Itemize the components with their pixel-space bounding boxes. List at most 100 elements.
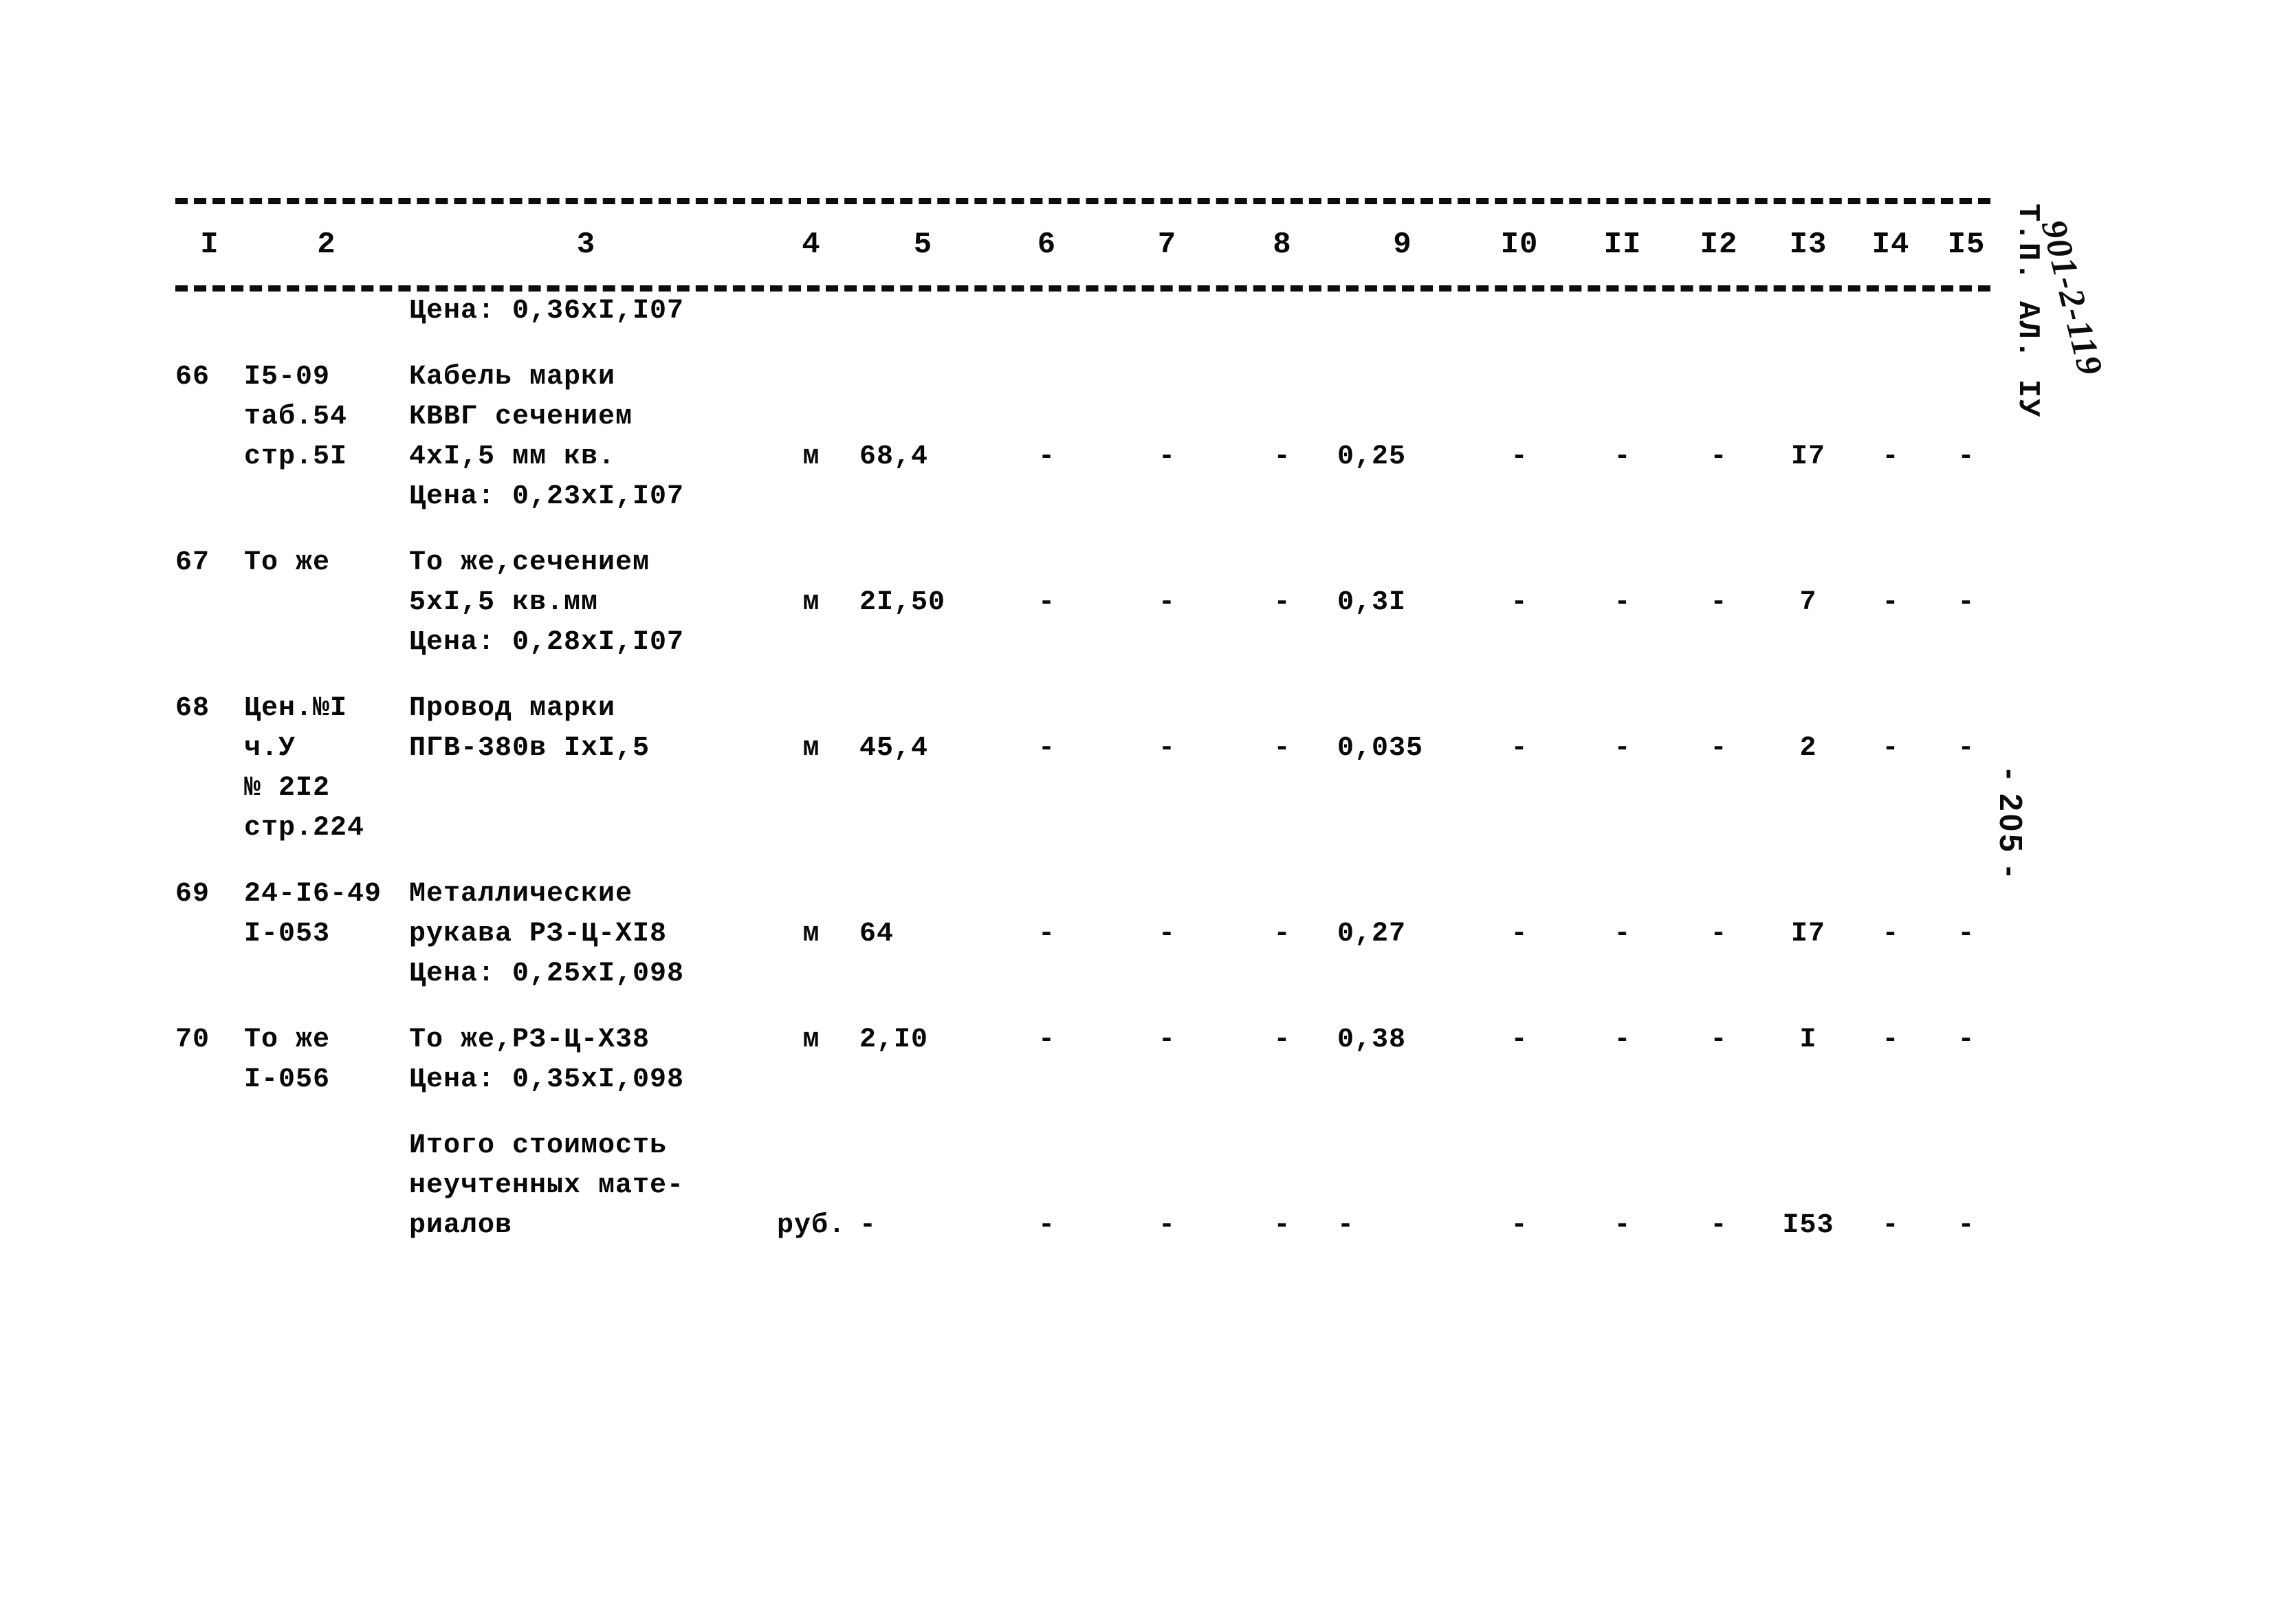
table-top-rule (175, 198, 1990, 204)
cell-c2: № 2I2 (244, 773, 331, 804)
cell-c8 (1227, 292, 1337, 331)
column-header-4: 4 (802, 228, 821, 262)
cell-c1: 66 (175, 362, 210, 393)
cell-c5: 2I,50 (859, 587, 946, 618)
cell-c3 (409, 769, 763, 809)
cell-c4 (763, 689, 859, 729)
cell-c1 (175, 809, 244, 848)
cell-c4 (763, 809, 859, 848)
table-header-rule (175, 285, 1990, 292)
column-header-15: I5 (1947, 228, 1986, 262)
column-header-7: 7 (1157, 228, 1177, 262)
cell-c9: 0,25 (1337, 441, 1407, 472)
cell-c14 (1853, 689, 1929, 729)
column-header-5: 5 (913, 228, 933, 262)
cell-c1: 68 (175, 693, 210, 724)
cell-c13: I7 (1790, 919, 1825, 950)
table-row: 5xI,5 кв.мм м 2I,50 - - - 0,3I - - - 7 - - (175, 583, 2004, 623)
spacer-cell (175, 663, 2004, 689)
cell-c4 (763, 477, 859, 517)
cell-c8: - (1273, 587, 1291, 618)
table-row: 67 То же То же,сечением (175, 543, 2004, 583)
cell-c13 (1764, 1060, 1853, 1100)
cell-c12: - (1710, 587, 1728, 618)
cell-c13: I53 (1782, 1210, 1834, 1241)
cell-c7 (1107, 292, 1227, 331)
cell-c4: м (802, 1024, 820, 1055)
cell-c8 (1227, 477, 1337, 517)
cell-c5: - (859, 1210, 877, 1241)
cell-c9 (1337, 954, 1468, 994)
cell-c8: - (1273, 919, 1291, 950)
column-header-13: I3 (1789, 228, 1827, 262)
cell-c3: Цена: 0,35xI,098 (409, 1064, 685, 1095)
cell-c15 (1929, 358, 2004, 397)
cell-c3: риалов (409, 1210, 513, 1241)
cell-c12 (1674, 769, 1764, 809)
cell-c8: - (1273, 1210, 1291, 1241)
cell-c15 (1929, 477, 2004, 517)
cell-c12 (1674, 358, 1764, 397)
cell-c12: - (1710, 733, 1728, 764)
row-spacer (175, 517, 2004, 543)
cell-c6: - (1037, 733, 1055, 764)
row-spacer (175, 1100, 2004, 1126)
cell-c5: 2,I0 (859, 1024, 929, 1055)
cell-c6 (987, 1060, 1107, 1100)
cell-c12 (1674, 477, 1764, 517)
row-spacer (175, 848, 2004, 875)
cell-c8 (1227, 543, 1337, 583)
cell-c9: - (1337, 1210, 1355, 1241)
cell-c11 (1571, 1126, 1674, 1166)
cell-c9 (1337, 1126, 1468, 1166)
cell-c9: 0,38 (1337, 1024, 1407, 1055)
cell-c10 (1468, 397, 1571, 437)
cell-c14 (1853, 543, 1929, 583)
cell-c11 (1571, 875, 1674, 914)
cell-c11 (1571, 689, 1674, 729)
cell-c11: - (1614, 441, 1632, 472)
spacer-cell (175, 331, 2004, 358)
cell-c10: - (1511, 1210, 1528, 1241)
cell-c14 (1853, 623, 1929, 663)
cell-c1 (175, 1126, 244, 1166)
cell-c8 (1227, 623, 1337, 663)
cell-c14: - (1882, 1024, 1900, 1055)
cell-c12 (1674, 1060, 1764, 1100)
cell-c11: - (1614, 919, 1632, 950)
cell-c13: 2 (1799, 733, 1817, 764)
cell-c15 (1929, 397, 2004, 437)
cell-c12 (1674, 809, 1764, 848)
cell-c13 (1764, 358, 1853, 397)
cell-c12: - (1710, 1210, 1728, 1241)
cell-c1: 69 (175, 879, 210, 910)
cell-c12 (1674, 875, 1764, 914)
cell-c3: рукава РЗ-Ц-XI8 (409, 919, 668, 950)
cell-c9 (1337, 543, 1468, 583)
column-header-6: 6 (1037, 228, 1057, 262)
cell-c2 (244, 292, 409, 331)
cell-c13 (1764, 875, 1853, 914)
cell-c8: - (1273, 1024, 1291, 1055)
cell-c6 (987, 477, 1107, 517)
table-row: стр.5I 4xI,5 мм кв. м 68,4 - - - 0,25 - - - I7 - - (175, 437, 2004, 477)
spacer-cell (175, 1100, 2004, 1126)
cell-c7 (1107, 397, 1227, 437)
cell-c13 (1764, 1126, 1853, 1166)
table-row: таб.54 КВВГ сечением (175, 397, 2004, 437)
table-row: Итого стоимость (175, 1126, 2004, 1166)
cell-c2: I-056 (244, 1064, 331, 1095)
cell-c1 (175, 769, 244, 809)
cell-c7: - (1158, 1024, 1176, 1055)
cell-c9 (1337, 477, 1468, 517)
cell-c4 (763, 358, 859, 397)
cell-c10 (1468, 954, 1571, 994)
cell-c11 (1571, 809, 1674, 848)
cell-c3: Кабель марки (409, 362, 616, 393)
cell-c10 (1468, 477, 1571, 517)
table-row: Цена: 0,23xI,I07 (175, 477, 2004, 517)
cell-c6 (987, 954, 1107, 994)
cell-c7 (1107, 358, 1227, 397)
cell-c15 (1929, 1126, 2004, 1166)
cell-c4 (763, 1060, 859, 1100)
